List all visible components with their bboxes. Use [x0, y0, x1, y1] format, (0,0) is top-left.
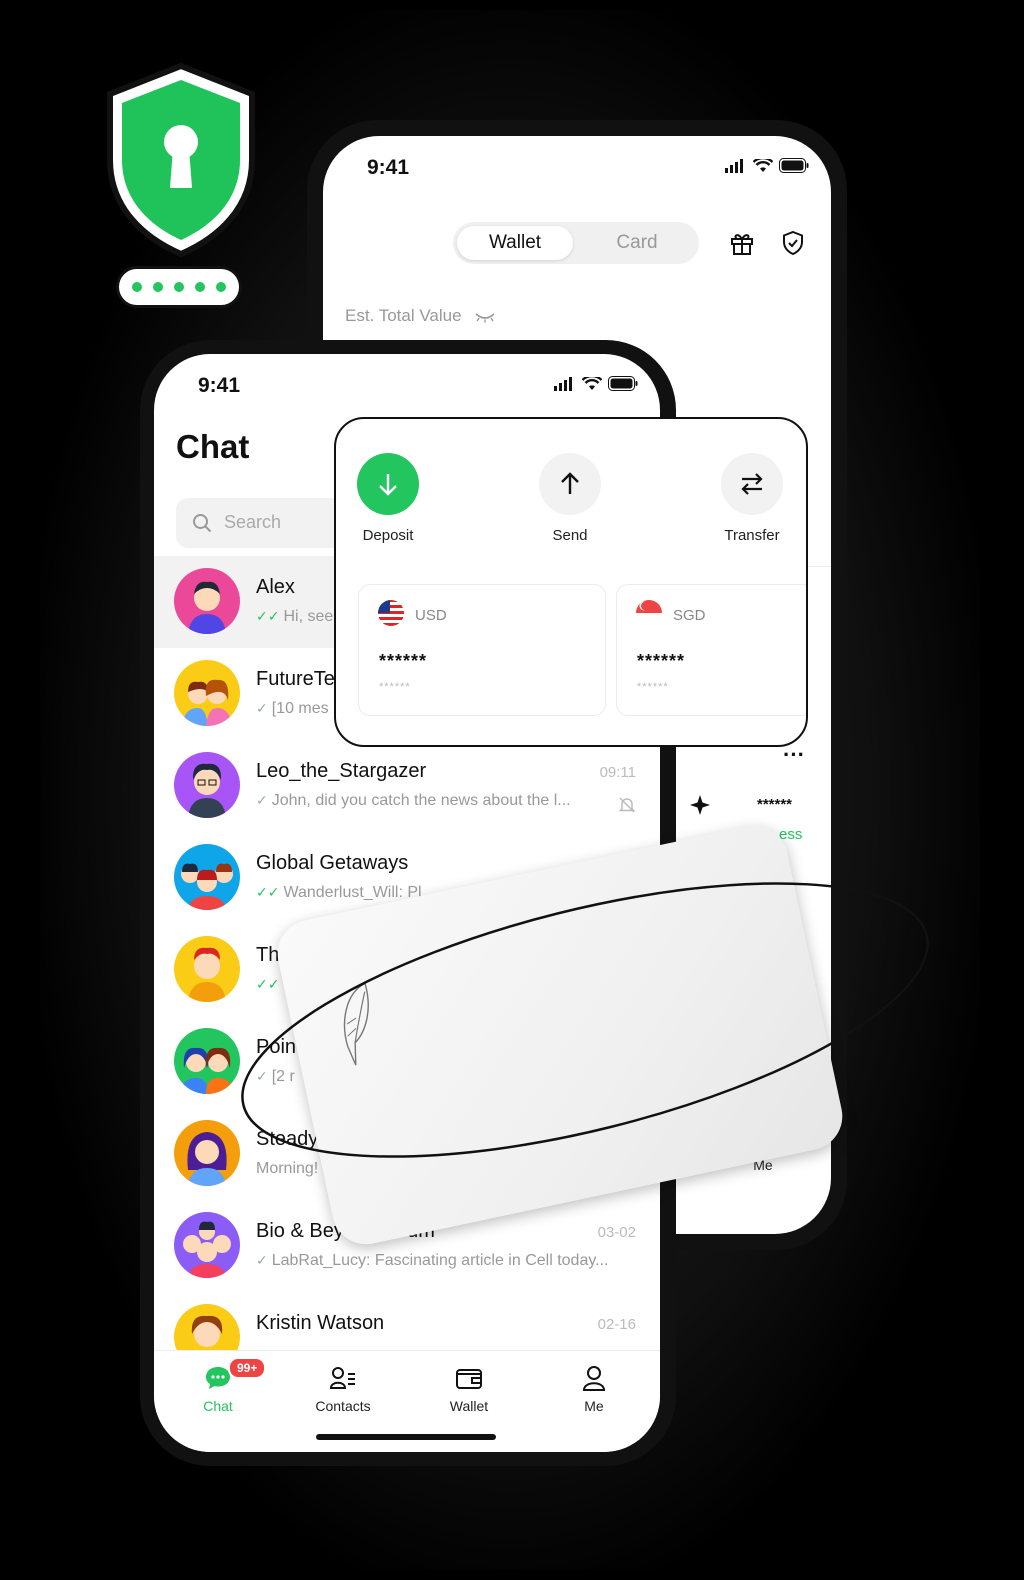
check-icon: ✓ [256, 792, 268, 808]
avatar [174, 660, 240, 726]
mute-bell-icon [618, 797, 636, 813]
double-check-icon: ✓✓ [256, 608, 280, 624]
contacts-icon [329, 1367, 355, 1389]
tab-wallet[interactable]: Wallet [419, 1365, 519, 1414]
gift-icon[interactable] [729, 230, 755, 256]
check-icon: ✓ [256, 700, 268, 716]
pin-code-indicator [116, 266, 242, 308]
security-shield-icon [107, 62, 255, 258]
avatar [174, 752, 240, 818]
status-time: 9:41 [367, 156, 410, 179]
status-time: 9:41 [198, 374, 241, 397]
tab-me[interactable]: Me [544, 1365, 644, 1414]
wallet-actions-card: Deposit Send Transfer USD ****** ****** [334, 417, 808, 747]
shield-check-icon[interactable] [781, 230, 805, 256]
avatar [174, 1212, 240, 1278]
status-icons [725, 158, 809, 173]
orbit-ring [241, 882, 929, 1158]
deposit-button[interactable]: Deposit [336, 453, 448, 544]
list-item[interactable]: Leo_the_Stargazer 09:11 ✓ John, did you c… [154, 740, 660, 832]
pin-dots-icon [132, 282, 226, 292]
tab-wallet[interactable]: Wallet [457, 226, 573, 260]
battery-icon [608, 376, 638, 391]
home-indicator [316, 1434, 496, 1440]
unread-badge: 99+ [228, 1357, 267, 1379]
success-label: ess [779, 826, 803, 843]
tab-chat[interactable]: Chat 99+ [168, 1357, 268, 1414]
battery-icon [779, 158, 809, 173]
page-title: Chat [176, 428, 250, 465]
signal-icon [554, 376, 572, 391]
wallet-card-toggle: Wallet Card [453, 222, 699, 264]
person-icon [582, 1366, 606, 1391]
send-button[interactable]: Send [510, 453, 630, 544]
swap-icon [721, 453, 783, 515]
transfer-button[interactable]: Transfer [692, 453, 806, 544]
more-button[interactable]: ··· [783, 742, 805, 768]
signal-icon [725, 158, 743, 173]
status-icons [554, 376, 638, 391]
search-icon [193, 514, 212, 533]
masked-value: ****** [757, 796, 793, 813]
currency-card-usd[interactable]: USD ****** ****** [358, 584, 606, 716]
tab-card[interactable]: Card [579, 226, 695, 260]
wallet-icon [456, 1369, 482, 1389]
tab-contacts[interactable]: Contacts [293, 1365, 393, 1414]
currency-card-sgd[interactable]: SGD ****** ****** [616, 584, 806, 716]
sparkle-icon [690, 795, 710, 815]
eye-closed-icon[interactable] [474, 311, 496, 323]
arrow-down-icon [357, 453, 419, 515]
wifi-icon [753, 158, 773, 172]
wifi-icon [582, 376, 602, 390]
us-flag-icon [378, 600, 404, 626]
estimated-total-value-label: Est. Total Value [345, 306, 496, 326]
check-icon: ✓ [256, 1252, 268, 1268]
arrow-up-icon [539, 453, 601, 515]
search-placeholder: Search [224, 512, 282, 532]
sg-flag-icon [636, 600, 662, 626]
avatar [174, 568, 240, 634]
